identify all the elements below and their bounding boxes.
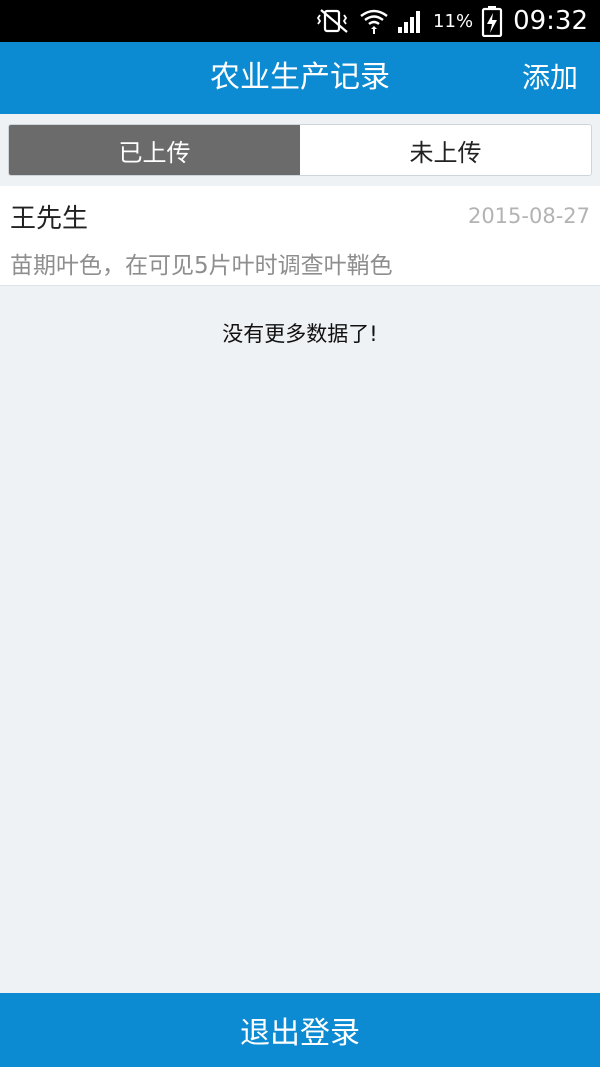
battery-charging-icon <box>481 5 503 37</box>
record-list-item[interactable]: 王先生 2015-08-27 苗期叶色，在可见5片叶时调查叶鞘色 <box>0 186 600 286</box>
logout-button[interactable]: 退出登录 <box>0 993 600 1067</box>
upload-status-tabs: 已上传 未上传 <box>8 124 592 176</box>
battery-percent: 11% <box>433 10 474 32</box>
record-name: 王先生 <box>10 204 89 234</box>
tab-not-uploaded[interactable]: 未上传 <box>300 125 591 175</box>
status-icons: 11% 09:32 <box>317 0 588 42</box>
page-title: 农业生产记录 <box>210 60 390 95</box>
tab-uploaded[interactable]: 已上传 <box>9 125 300 175</box>
no-more-data-message: 没有更多数据了! <box>222 322 378 346</box>
clock: 09:32 <box>513 6 588 36</box>
signal-icon <box>397 8 425 34</box>
vibrate-mute-icon <box>317 8 351 34</box>
record-date: 2015-08-27 <box>467 204 590 228</box>
app-header: 农业生产记录 添加 <box>0 42 600 114</box>
status-bar: 11% 09:32 <box>0 0 600 42</box>
add-button[interactable]: 添加 <box>522 42 578 114</box>
record-description: 苗期叶色，在可见5片叶时调查叶鞘色 <box>10 253 393 279</box>
wifi-icon <box>359 7 389 35</box>
